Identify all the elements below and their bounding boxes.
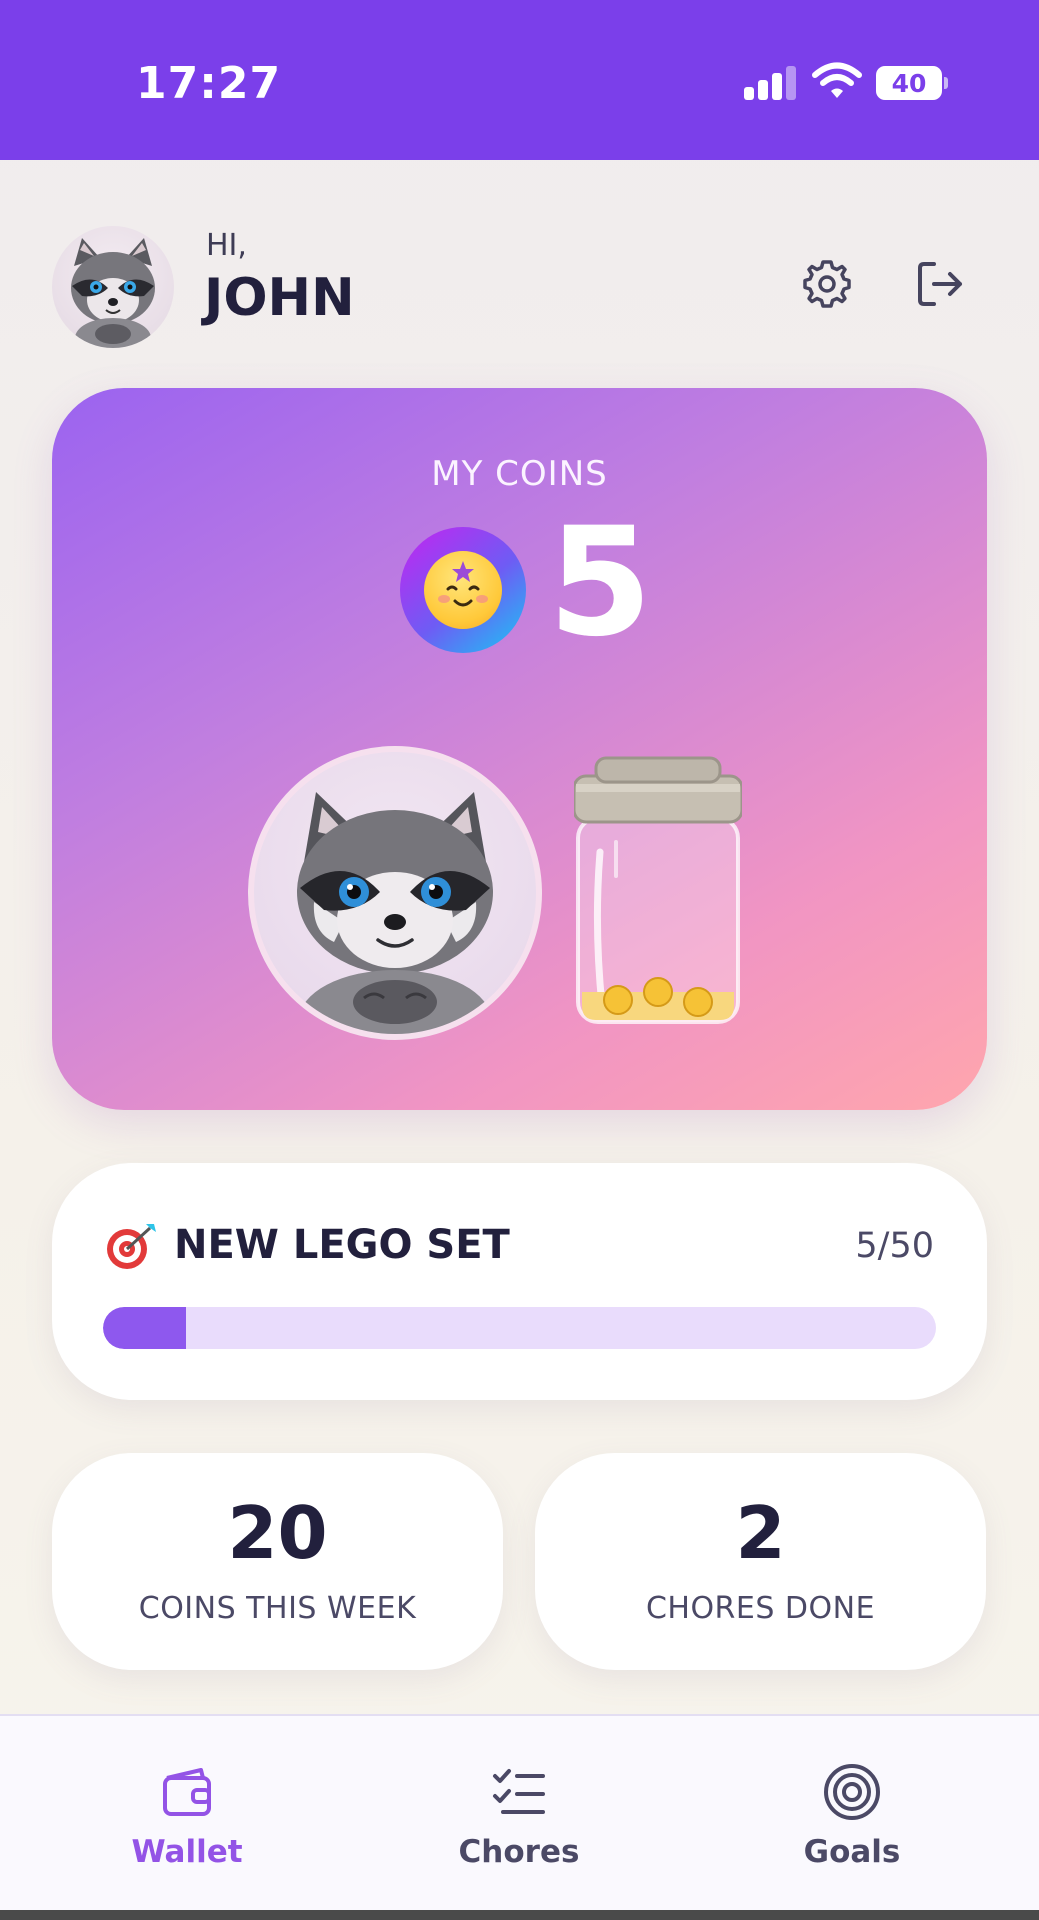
home-indicator: [0, 1910, 1039, 1920]
greeting-text: HI,: [206, 228, 247, 263]
coin-jar-icon: [574, 756, 742, 1024]
goal-progress-bar: [103, 1307, 936, 1349]
chores-done-value: 2: [735, 1491, 786, 1575]
chores-done-label: CHORES DONE: [645, 1591, 876, 1626]
coin-face-icon: [424, 551, 502, 629]
nav-goals[interactable]: Goals: [752, 1716, 952, 1896]
goal-progress-text: 5/50: [855, 1226, 934, 1266]
chores-done-card: 2 CHORES DONE: [535, 1453, 986, 1670]
raccoon-mascot-icon: [297, 792, 493, 1034]
goal-card[interactable]: [52, 1163, 987, 1400]
battery-icon: 40: [876, 66, 942, 100]
user-name: JOHN: [204, 268, 355, 328]
battery-level: 40: [891, 68, 927, 98]
nav-chores-label: Chores: [458, 1834, 580, 1870]
bottom-nav: Wallet Chores Goals: [0, 1714, 1039, 1912]
nav-goals-label: Goals: [803, 1834, 901, 1870]
status-time: 17:27: [136, 58, 282, 109]
goal-title: NEW LEGO SET: [174, 1222, 510, 1268]
raccoon-avatar-icon: [71, 238, 155, 348]
coins-card: [52, 388, 987, 1110]
coins-this-week-label: COINS THIS WEEK: [138, 1591, 417, 1626]
coins-this-week-value: 20: [227, 1491, 328, 1575]
settings-gear-icon[interactable]: [799, 256, 855, 312]
logout-icon[interactable]: [912, 256, 968, 312]
coin-count: 5: [548, 496, 653, 670]
wallet-icon: [163, 1768, 211, 1816]
target-icon: [824, 1764, 880, 1820]
nav-wallet[interactable]: Wallet: [87, 1716, 287, 1896]
nav-chores[interactable]: Chores: [419, 1716, 619, 1896]
battery-tip: [944, 77, 948, 89]
wifi-icon: [812, 62, 862, 98]
raccoon-mascot: [248, 746, 542, 1040]
nav-wallet-label: Wallet: [131, 1834, 243, 1870]
goal-progress-fill: [103, 1307, 187, 1349]
coins-this-week-card: 20 COINS THIS WEEK: [52, 1453, 503, 1670]
avatar[interactable]: [52, 226, 174, 348]
my-coins-label: MY COINS: [431, 454, 608, 494]
checklist-icon: [493, 1769, 545, 1814]
cellular-signal-icon: [744, 66, 796, 100]
coin-badge-icon: [400, 527, 526, 653]
target-dart-icon: [107, 1224, 156, 1269]
status-bar: 17:27 40: [0, 0, 1039, 160]
